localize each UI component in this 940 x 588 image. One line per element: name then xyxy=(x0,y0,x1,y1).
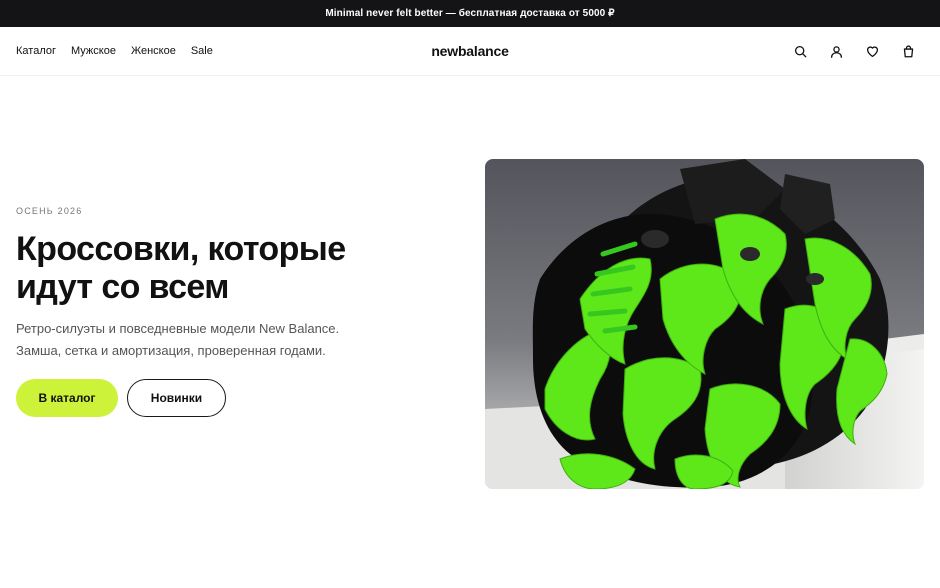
nav-item-sale[interactable]: Sale xyxy=(191,45,213,57)
hero-subtitle: Ретро-силуэты и повседневные модели New … xyxy=(16,321,340,358)
nav-item-men[interactable]: Мужское xyxy=(71,45,116,57)
hero-title: Кроссовки, которые идут со всем xyxy=(16,230,346,306)
catalog-button[interactable]: В каталог xyxy=(16,379,118,417)
new-arrivals-button[interactable]: Новинки xyxy=(127,379,226,417)
header-icons xyxy=(792,27,916,75)
hero-image[interactable] xyxy=(485,159,924,489)
hero-eyebrow: ОСЕНЬ 2026 xyxy=(16,206,83,216)
heart-icon[interactable] xyxy=(864,43,880,59)
sneaker-photo xyxy=(485,159,924,489)
promo-text: Minimal never felt better — бесплатная д… xyxy=(325,8,615,19)
hero-buttons: В каталог Новинки xyxy=(16,379,396,417)
main-nav: Каталог Мужское Женское Sale xyxy=(16,27,213,75)
hero-section: ОСЕНЬ 2026 Кроссовки, которые идут со вс… xyxy=(0,76,940,588)
logo[interactable]: newbalance xyxy=(431,43,509,59)
hero-content: ОСЕНЬ 2026 Кроссовки, которые идут со вс… xyxy=(16,206,396,417)
site-header: Каталог Мужское Женское Sale newbalance xyxy=(0,27,940,76)
promo-bar: Minimal never felt better — бесплатная д… xyxy=(0,0,940,27)
nav-item-women[interactable]: Женское xyxy=(131,45,176,57)
user-icon[interactable] xyxy=(828,43,844,59)
search-icon[interactable] xyxy=(792,43,808,59)
nav-item-catalog[interactable]: Каталог xyxy=(16,45,56,57)
bag-icon[interactable] xyxy=(900,43,916,59)
